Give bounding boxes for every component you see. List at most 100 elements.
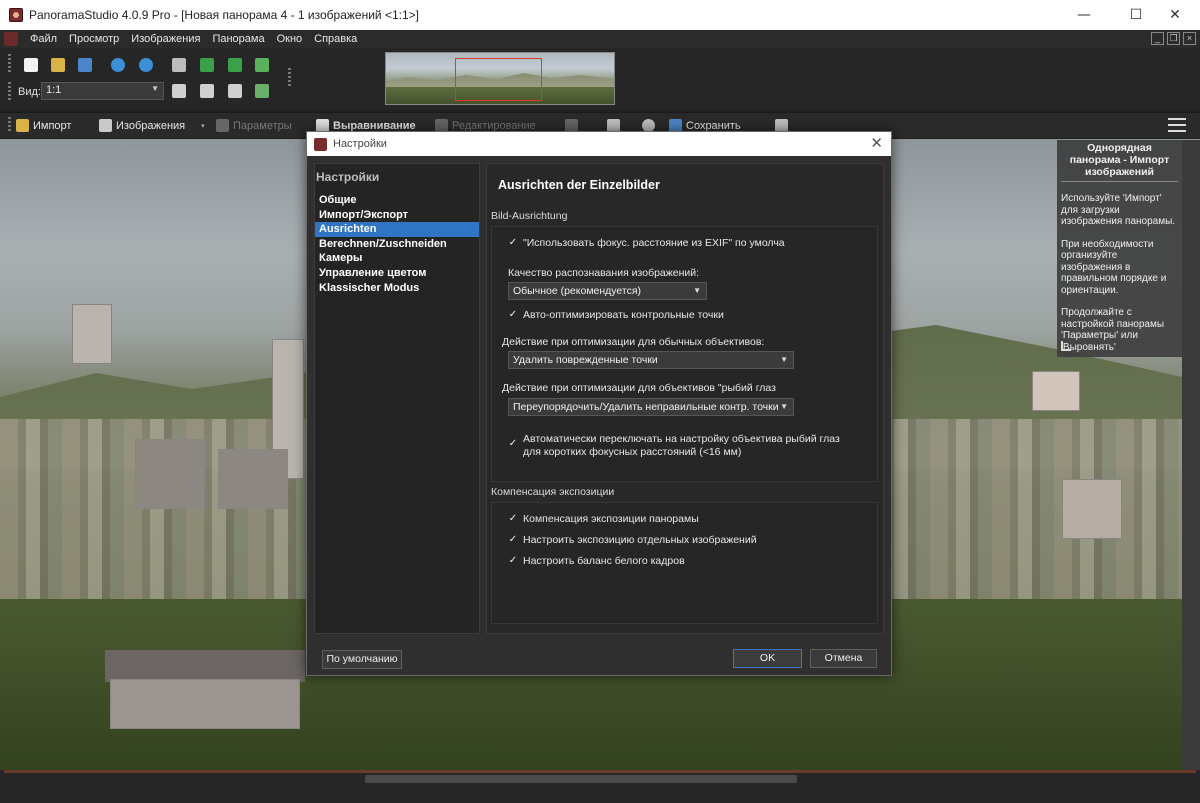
images-button[interactable]: Изображения ▾ [99,119,205,132]
normal-lens-select-value: Удалить поврежденные точки [513,354,658,366]
title-bar: PanoramaStudio 4.0.9 Pro - [Новая панора… [0,0,1200,30]
ok-button[interactable]: OK [733,649,802,668]
sidebar-item-color-management[interactable]: Управление цветом [315,266,479,281]
building [135,439,205,509]
app-window: PanoramaStudio 4.0.9 Pro - [Новая панора… [0,0,1200,803]
sidebar-header: Настройки [316,170,380,184]
collapse-icon[interactable] [1061,341,1071,351]
main-toolbar: Вид: 1:1 ▼ [0,48,1200,110]
app-logo-icon [9,8,23,22]
editing-label: Редактирование [452,119,536,132]
chevron-down-icon: ▼ [780,355,788,364]
menu-file[interactable]: Файл [24,33,63,45]
normal-lens-select[interactable]: Удалить поврежденные точки ▼ [508,351,794,369]
parameters-label: Параметры [233,119,292,132]
sidebar-item-alignment[interactable]: Ausrichten [315,222,479,237]
help-paragraph: Используйте 'Импорт' для загрузки изобра… [1061,193,1176,227]
zoom-fit-icon[interactable] [228,84,242,98]
auto-switch-fisheye-label: Автоматически переключать на настройку о… [523,433,840,459]
quality-label: Качество распознавания изображений: [508,267,700,279]
rotate-right-icon[interactable] [228,58,242,72]
zoom-out-icon[interactable] [200,84,214,98]
export-icon[interactable] [255,58,269,72]
toolbar-grip-3[interactable] [8,82,11,100]
document-icon[interactable] [4,32,18,46]
toolbar-grip[interactable] [8,54,11,74]
default-button[interactable]: По умолчанию [322,650,402,669]
use-exif-checkbox[interactable]: ✓ "Использовать фокус. расстояние из EXI… [508,237,785,250]
app-logo-icon [314,137,327,151]
display-icon[interactable] [255,84,269,98]
auto-switch-line-1: Автоматически переключать на настройку о… [523,433,840,445]
cancel-button[interactable]: Отмена [810,649,877,668]
toolbar-grip-4[interactable] [8,117,11,133]
quality-select-value: Обычное (рекомендуется) [513,285,642,297]
checkmark-icon: ✓ [508,555,518,566]
mdi-restore-icon[interactable]: ❐ [1167,32,1180,45]
right-panel-edge [1182,140,1200,770]
images-dropdown-icon[interactable]: ▾ [201,122,205,130]
alignment-label: Выравнивание [333,119,416,132]
help-icon[interactable] [139,58,153,72]
timeline-strip [4,770,1196,773]
checkmark-icon: ✓ [508,534,518,545]
menu-window[interactable]: Окно [271,33,309,45]
exposure-group: ✓ Компенсация экспозиции панорамы ✓ Наст… [491,502,878,624]
horizontal-scrollbar[interactable] [365,775,797,783]
new-file-icon[interactable] [24,58,38,72]
sidebar-item-general[interactable]: Общие [315,193,479,208]
import-label: Импорт [33,119,72,132]
gear-icon [216,119,229,132]
white-balance-checkbox[interactable]: ✓ Настроить баланс белого кадров [508,555,685,568]
building [1062,479,1122,539]
fisheye-label: Действие при оптимизации для объективов … [502,382,776,394]
sidebar-item-cameras[interactable]: Камеры [315,251,479,266]
save-disk-icon[interactable] [78,58,92,72]
fisheye-select-value: Переупорядочить/Удалить неправильные кон… [513,401,779,413]
import-button[interactable]: Импорт [16,119,71,132]
rotate-left-icon[interactable] [200,58,214,72]
minimize-button[interactable]: — [1061,0,1107,30]
menu-panorama[interactable]: Панорама [206,33,270,45]
images-label: Изображения [116,119,186,132]
navigator-viewport-frame[interactable] [455,58,542,101]
exposure-panorama-checkbox[interactable]: ✓ Компенсация экспозиции панорамы [508,513,699,526]
parameters-button[interactable]: Параметры [216,119,292,132]
info-icon[interactable] [111,58,125,72]
mdi-controls: _ ❐ × [1151,32,1196,45]
building [1032,371,1080,411]
view-label: Вид: [18,86,41,98]
dialog-close-button[interactable]: ✕ [870,134,883,152]
open-folder-icon[interactable] [51,58,65,72]
building [218,449,288,509]
menu-images[interactable]: Изображения [125,33,206,45]
settings-dialog: Настройки ✕ Настройки Общие Импорт/Экспо… [306,131,892,676]
toolbar-grip-2[interactable] [288,68,291,88]
building [110,679,300,729]
exposure-images-checkbox[interactable]: ✓ Настроить экспозицию отдельных изображ… [508,534,757,547]
menu-view[interactable]: Просмотр [63,33,125,45]
panorama-navigator[interactable] [385,52,615,105]
sidebar-item-import-export[interactable]: Импорт/Экспорт [315,208,479,223]
normal-lens-label: Действие при оптимизации для обычных объ… [502,336,765,348]
sidebar-item-classic-mode[interactable]: Klassischer Modus [315,281,479,296]
view-zoom-select[interactable]: 1:1 ▼ [41,82,164,100]
zoom-in-icon[interactable] [172,84,186,98]
alignment-group: ✓ "Использовать фокус. расстояние из EXI… [491,226,878,482]
use-exif-label: "Использовать фокус. расстояние из EXIF"… [523,237,785,249]
mdi-minimize-icon[interactable]: _ [1151,32,1164,45]
hamburger-menu-icon[interactable] [1168,118,1186,132]
settings-content: Ausrichten der Einzelbilder Bild-Ausrich… [486,163,884,634]
roof [105,650,305,682]
chevron-down-icon: ▼ [693,286,701,295]
menu-help[interactable]: Справка [308,33,363,45]
bottom-status-area [0,770,1200,803]
mdi-close-icon[interactable]: × [1183,32,1196,45]
auto-optimize-checkbox[interactable]: ✓ Авто-оптимизировать контрольные точки [508,309,724,322]
auto-switch-fisheye-checkbox[interactable]: ✓ Автоматически переключать на настройку… [508,433,840,459]
close-button[interactable]: ✕ [1152,0,1198,30]
sidebar-item-calculate-crop[interactable]: Berechnen/Zuschneiden [315,237,479,252]
fisheye-select[interactable]: Переупорядочить/Удалить неправильные кон… [508,398,794,416]
images-icon[interactable] [172,58,186,72]
quality-select[interactable]: Обычное (рекомендуется) ▼ [508,282,707,300]
